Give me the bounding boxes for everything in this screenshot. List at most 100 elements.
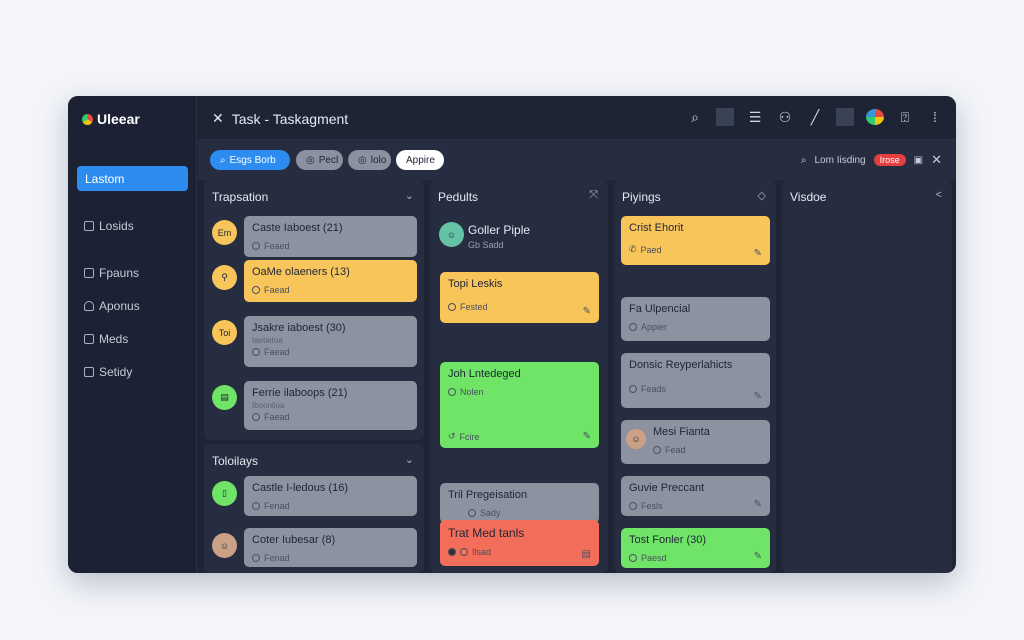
status-icon [252, 413, 260, 421]
color-wheel-icon[interactable] [866, 109, 884, 125]
sidebar-item-label: Losids [99, 219, 134, 233]
card-sub: Feads [641, 384, 667, 394]
doc-icon[interactable]: ▤ [582, 549, 591, 560]
task-card[interactable]: Coter Iubesar (8) Fenad [244, 528, 417, 567]
expand-icon[interactable]: ⤧ [589, 189, 598, 202]
edit-icon[interactable]: ✎ [583, 306, 591, 317]
task-card[interactable]: Guvie Preccant Fesls ✎ [621, 476, 770, 516]
card-sub: Fead [665, 445, 686, 455]
task-card[interactable]: Tost Fonler (30) Paesd ✎ [621, 528, 770, 568]
sidebar-item-label: Aponus [99, 299, 140, 313]
task-card[interactable]: Fa Ulpencial Appier [621, 297, 770, 341]
sidebar-item-aponus[interactable]: Aponus [84, 299, 140, 313]
task-card[interactable]: ☺ Mesi Fianta Fead [621, 420, 770, 464]
card-sub: Paesd [641, 553, 667, 563]
card-title: Coter Iubesar (8) [252, 534, 336, 546]
filter-chip[interactable]: Appire [396, 150, 444, 170]
pen-icon[interactable]: ╱ [806, 109, 824, 126]
board-column: Toloilays ⌄ ▯ Castle I-ledous (16) Fenad… [204, 444, 424, 573]
chip-label: Esgs Borb [229, 154, 276, 166]
chip-label: lolo [370, 154, 387, 166]
task-card[interactable]: Trat Med tanls Ilsad ▤ [440, 520, 599, 566]
board-column: Trapsation ⌄ Em Caste Iaboest (21) Feaed… [204, 180, 424, 440]
user-icon[interactable]: ⚇ [776, 109, 794, 126]
card-title: Ferrie ilaboops (21) [252, 387, 348, 399]
phone-icon: ✆ [629, 244, 637, 254]
menu-icon[interactable]: ☰ [746, 109, 764, 126]
chevron-down-icon[interactable]: ⌄ [405, 189, 414, 202]
task-card[interactable]: Caste Iaboest (21) Feaed [244, 216, 417, 257]
help-icon[interactable]: ⍰ [896, 109, 914, 126]
more-icon[interactable]: ⁞ [926, 109, 944, 125]
status-icon [252, 348, 260, 356]
collapse-icon[interactable]: < [936, 189, 942, 201]
document-icon [84, 367, 94, 377]
sidebar-item-meds[interactable]: Meds [84, 332, 128, 346]
sidebar-item-setidy[interactable]: Setidy [84, 365, 132, 379]
sidebar-item-active[interactable]: Lastom [77, 166, 188, 191]
task-card[interactable]: Topi Leskis Fested ✎ [440, 272, 599, 323]
card-sub: Ilsad [472, 547, 492, 557]
task-card[interactable]: Tril Pregeisation Sady [440, 483, 599, 523]
filter-chip[interactable]: ◎ Pecl [296, 150, 343, 170]
search-icon: ⌕ [220, 154, 226, 166]
layout-icon[interactable]: ▣ [914, 155, 923, 166]
close-icon[interactable]: ✕ [212, 110, 224, 127]
card-sub: Fesls [641, 501, 663, 511]
task-card[interactable]: OaMe olaeners (13) Faead [244, 260, 417, 302]
chevron-down-icon[interactable]: ⌄ [405, 453, 414, 466]
card-title: Tost Fonler (30) [629, 534, 707, 546]
app-logo[interactable]: Uleear [82, 111, 140, 127]
card-title: Joh Lntedeged [448, 368, 521, 380]
person-icon: ⚲ [212, 265, 237, 290]
sidebar-item-label: Fpauns [99, 266, 140, 280]
status-icon [252, 286, 260, 294]
task-card[interactable]: Ferrie ilaboops (21) Iboonlioa Faead [244, 381, 417, 430]
app-window: Uleear Lastom Losids Fpauns Aponus Meds … [68, 96, 956, 573]
filter-chip[interactable]: ◎ lolo [348, 150, 391, 170]
filter-chip-active[interactable]: ⌕ Esgs Borb [210, 150, 290, 170]
status-icon [629, 502, 637, 510]
chip-icon: ◎ [358, 154, 367, 166]
avatar [460, 548, 468, 556]
close-icon[interactable]: ✕ [931, 152, 942, 168]
status-icon [653, 446, 661, 454]
card-title: Caste Iaboest (21) [252, 222, 343, 234]
divider [836, 108, 854, 126]
bell-icon [84, 301, 94, 311]
bullet-badge: Em [212, 220, 237, 245]
search-icon[interactable]: ⌕ [801, 155, 807, 166]
edit-icon[interactable]: ✎ [583, 431, 591, 442]
task-card[interactable]: Castle I-ledous (16) Fenad [244, 476, 417, 516]
status-icon [629, 323, 637, 331]
edit-icon[interactable]: ✎ [754, 499, 762, 510]
task-card[interactable]: Jsakre iaboest (30) Iaetietoa Faead [244, 316, 417, 367]
diamond-icon[interactable]: ◇ [758, 189, 766, 202]
card-sub: Fested [460, 302, 488, 312]
task-card[interactable]: Crist Ehorit ✆ Paed ✎ [621, 216, 770, 265]
column-title: Pedults [438, 190, 479, 204]
card-foot: Fcire [459, 431, 480, 442]
card-title: Fa Ulpencial [629, 303, 691, 315]
search-label[interactable]: Lom Iisding [814, 155, 865, 166]
refresh-icon: ↺ [448, 431, 456, 441]
search-icon[interactable]: ⌕ [686, 109, 704, 126]
card-title: OaMe olaeners (13) [252, 266, 350, 278]
status-icon [629, 554, 637, 562]
edit-icon[interactable]: ✎ [754, 391, 762, 402]
card-title: Trat Med tanls [448, 526, 525, 540]
column-title: Toloilays [212, 454, 259, 468]
card-title: Crist Ehorit [629, 222, 684, 234]
card-sub2: Iaetietoa [252, 336, 283, 345]
task-card[interactable]: Joh Lntedeged Nolen ↺ Fcire ✎ [440, 362, 599, 448]
sidebar-item-fpauns[interactable]: Fpauns [84, 266, 139, 280]
chat-icon: ▤ [212, 385, 237, 410]
page-title-text: Task - Taskagment [231, 110, 349, 127]
edit-icon[interactable]: ✎ [754, 551, 762, 562]
sidebar-item-losids[interactable]: Losids [84, 219, 134, 233]
column-title: Piyings [622, 190, 661, 204]
board-column: Pedults ⤧ ☺ Goller Piple Gb Sadd Topi Le… [430, 180, 608, 573]
task-card[interactable]: Donsic Reyperlahicts Feads ✎ [621, 353, 770, 408]
tag-icon [84, 268, 94, 278]
edit-icon[interactable]: ✎ [754, 248, 762, 259]
